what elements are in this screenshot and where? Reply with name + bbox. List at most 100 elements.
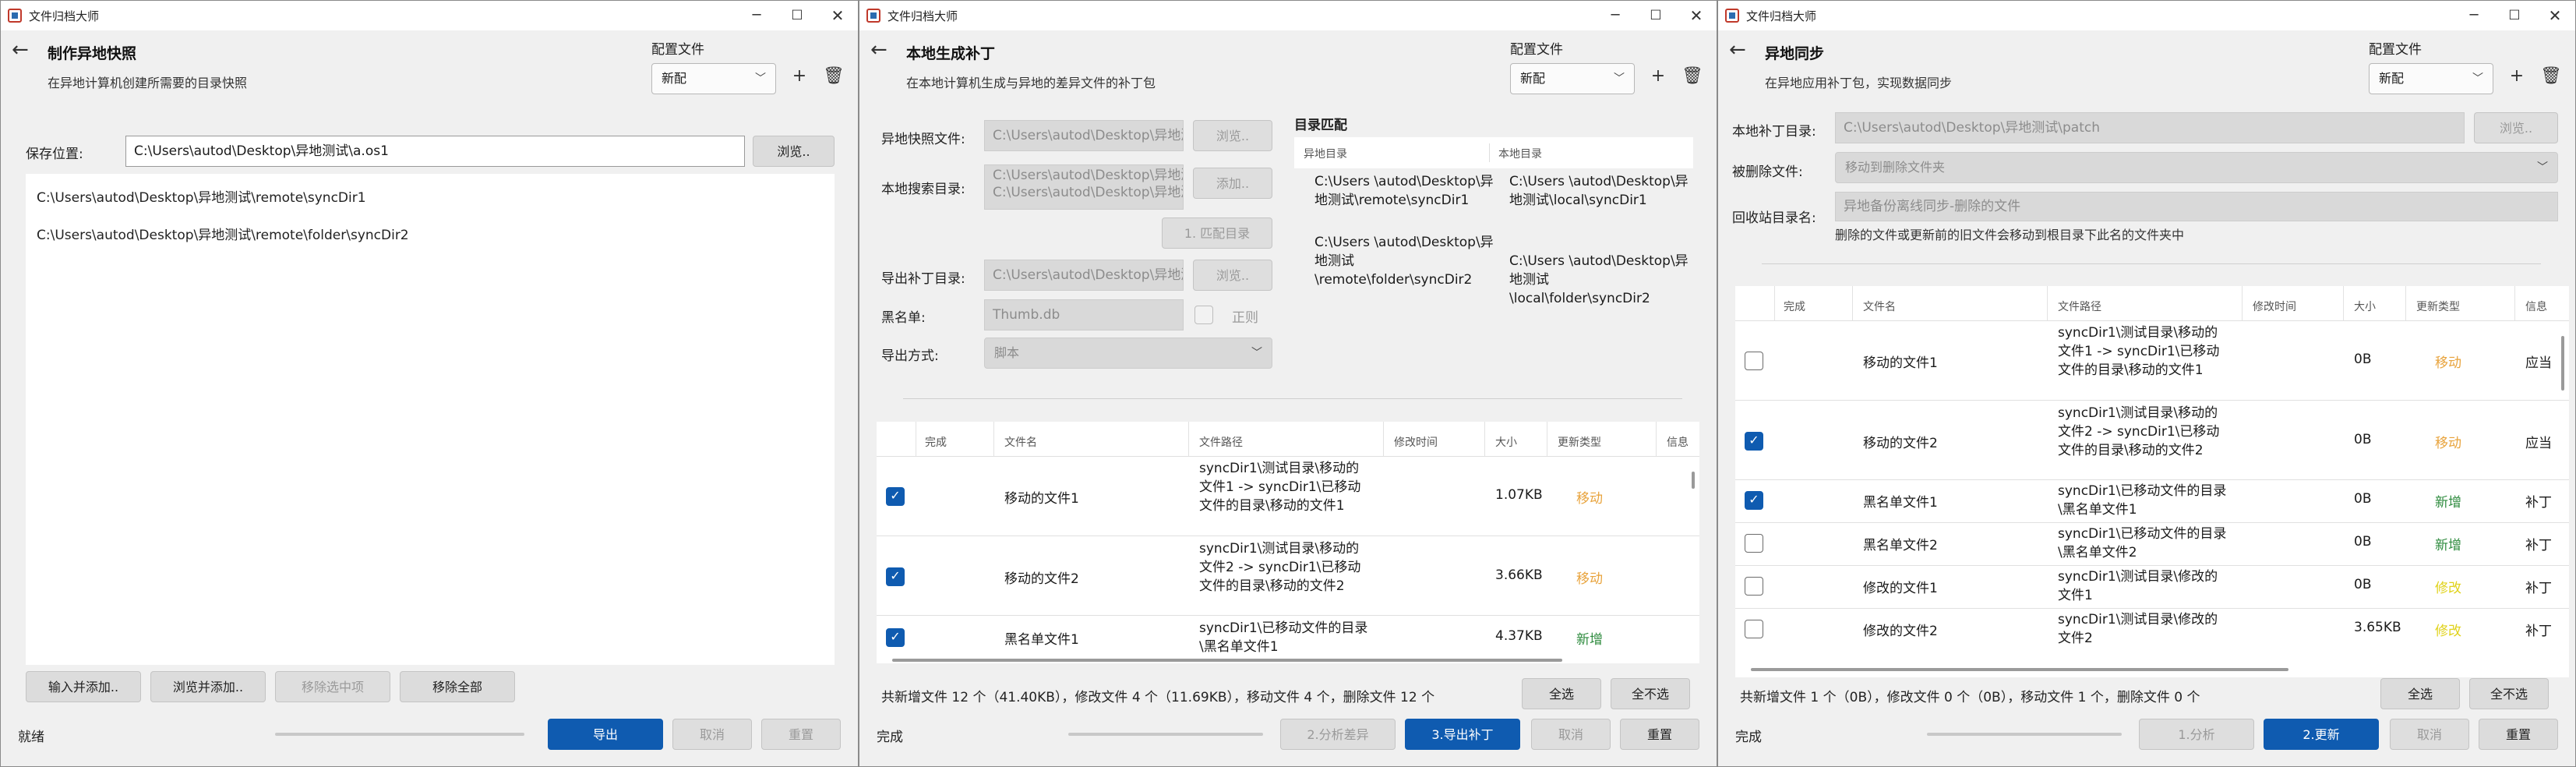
analyze-button[interactable]: 1.分析	[2139, 719, 2254, 750]
minimize-icon[interactable]: ─	[1595, 1, 1636, 30]
horizontal-scrollbar[interactable]	[892, 659, 1562, 662]
input-add-button[interactable]: 输入并添加..	[26, 671, 141, 702]
search-add-button[interactable]: 添加..	[1193, 168, 1272, 199]
close-icon[interactable]: ✕	[2535, 1, 2575, 30]
reset-button[interactable]: 重置	[1620, 719, 1699, 750]
diff-table[interactable]: 完成 文件名 文件路径 修改时间 大小 更新类型 信息 ✓ 移动的文件1 syn…	[877, 422, 1699, 663]
row-done-checkbox[interactable]	[1745, 620, 1763, 638]
export-patch-button[interactable]: 3.导出补丁	[1405, 719, 1520, 750]
sync-table[interactable]: 完成 文件名 文件路径 修改时间 大小 更新类型 信息 移动的文件1 syncD…	[1735, 286, 2569, 677]
patch-browse-button[interactable]: 浏览..	[2474, 112, 2558, 143]
row-done-checkbox[interactable]: ✓	[886, 567, 905, 586]
reset-button[interactable]: 重置	[761, 719, 841, 750]
table-row[interactable]: 修改的文件2 syncDir1\测试目录\修改的文件2 3.65KB 修改 补丁	[1735, 609, 2569, 651]
row-done-checkbox[interactable]	[1745, 577, 1763, 596]
close-icon[interactable]: ✕	[817, 1, 858, 30]
patch-dir-input[interactable]: C:\Users\autod\Desktop\异地测试\patch	[1835, 112, 2465, 143]
search-dir-input[interactable]: C:\Users\autod\Desktop\异地测试\local\syncDi…	[984, 164, 1184, 210]
col-info[interactable]: 信息	[2525, 299, 2547, 314]
export-button[interactable]: 导出	[548, 719, 663, 750]
deleted-files-select[interactable]: 移动到删除文件夹 ﹀	[1835, 152, 2558, 183]
table-row[interactable]: ✓ 移动的文件2 syncDir1\测试目录\移动的文件2 -> syncDir…	[877, 536, 1699, 614]
maximize-icon[interactable]: ☐	[2494, 1, 2535, 30]
add-config-icon[interactable]: +	[788, 66, 811, 86]
delete-config-icon[interactable]: 🗑	[2539, 66, 2563, 86]
title-bar[interactable]: 文件归档大师 ─ ☐ ✕	[1718, 1, 2575, 30]
snapshot-dir-list[interactable]: C:\Users\autod\Desktop\异地测试\remote\syncD…	[26, 174, 835, 665]
cancel-button[interactable]: 取消	[672, 719, 752, 750]
col-update-type[interactable]: 更新类型	[1558, 434, 1601, 450]
row-done-checkbox[interactable]: ✓	[1745, 432, 1763, 451]
vertical-scrollbar[interactable]	[1692, 472, 1695, 489]
col-update-type[interactable]: 更新类型	[2416, 299, 2460, 314]
select-all-button[interactable]: 全选	[2380, 678, 2460, 709]
list-item[interactable]: C:\Users\autod\Desktop\异地测试\remote\folde…	[37, 224, 409, 243]
minimize-icon[interactable]: ─	[2454, 1, 2494, 30]
export-mode-select[interactable]: 脚本 ﹀	[984, 338, 1272, 369]
col-size[interactable]: 大小	[1495, 434, 1517, 450]
table-row[interactable]: ✓ 黑名单文件1 syncDir1\已移动文件的目录\黑名单文件1 0B 新增 …	[1735, 480, 2569, 522]
select-all-button[interactable]: 全选	[1522, 678, 1601, 709]
col-filename[interactable]: 文件名	[1863, 299, 1896, 314]
blacklist-input[interactable]: Thumb.db	[984, 299, 1184, 330]
snapshot-browse-button[interactable]: 浏览..	[1193, 120, 1272, 151]
select-none-button[interactable]: 全不选	[2469, 678, 2549, 709]
update-button[interactable]: 2.更新	[2264, 719, 2379, 750]
minimize-icon[interactable]: ─	[736, 1, 777, 30]
reset-button[interactable]: 重置	[2479, 719, 2558, 750]
config-select[interactable]: 新配 ﹀	[2369, 63, 2493, 94]
horizontal-scrollbar[interactable]	[1751, 668, 2288, 671]
back-arrow-icon[interactable]: ←	[12, 38, 29, 62]
add-config-icon[interactable]: +	[2505, 66, 2528, 86]
col-mtime[interactable]: 修改时间	[2253, 299, 2296, 314]
row-done-checkbox[interactable]	[1745, 352, 1763, 370]
col-info[interactable]: 信息	[1667, 434, 1689, 450]
col-size[interactable]: 大小	[2354, 299, 2376, 314]
col-mtime[interactable]: 修改时间	[1394, 434, 1438, 450]
select-none-button[interactable]: 全不选	[1611, 678, 1690, 709]
config-select[interactable]: 新配 ﹀	[1510, 63, 1635, 94]
maximize-icon[interactable]: ☐	[777, 1, 817, 30]
col-done[interactable]: 完成	[1784, 299, 1805, 314]
regex-checkbox[interactable]	[1194, 306, 1213, 324]
add-config-icon[interactable]: +	[1646, 66, 1670, 86]
row-done-checkbox[interactable]	[1745, 534, 1763, 553]
export-browse-button[interactable]: 浏览..	[1193, 260, 1272, 291]
export-dir-input[interactable]: C:\Users\autod\Desktop\异地测试\patch	[984, 260, 1184, 291]
maximize-icon[interactable]: ☐	[1636, 1, 1676, 30]
table-row[interactable]: 黑名单文件2 syncDir1\已移动文件的目录\黑名单文件2 0B 新增 补丁	[1735, 523, 2569, 565]
row-done-checkbox[interactable]: ✓	[1745, 491, 1763, 510]
analyze-diff-button[interactable]: 2.分析差异	[1280, 719, 1396, 750]
delete-config-icon[interactable]: 🗑	[1681, 66, 1704, 86]
table-row[interactable]: ✓ 黑名单文件1 syncDir1\已移动文件的目录\黑名单文件1 4.37KB…	[877, 616, 1699, 663]
recycle-dir-input[interactable]: 异地备份离线同步-删除的文件	[1835, 192, 2558, 221]
back-arrow-icon[interactable]: ←	[870, 38, 887, 62]
col-filename[interactable]: 文件名	[1004, 434, 1037, 450]
cancel-button[interactable]: 取消	[2390, 719, 2469, 750]
list-item[interactable]: C:\Users\autod\Desktop\异地测试\remote\syncD…	[37, 186, 366, 206]
table-row[interactable]: 修改的文件1 syncDir1\测试目录\修改的文件1 0B 修改 补丁	[1735, 566, 2569, 608]
match-dirs-button[interactable]: 1. 匹配目录	[1162, 217, 1272, 249]
close-icon[interactable]: ✕	[1676, 1, 1717, 30]
col-done[interactable]: 完成	[925, 434, 947, 450]
table-row[interactable]: 移动的文件1 syncDir1\测试目录\移动的文件1 -> syncDir1\…	[1735, 322, 2569, 400]
col-filepath[interactable]: 文件路径	[1199, 434, 1243, 450]
table-row[interactable]: ✓ 移动的文件1 syncDir1\测试目录\移动的文件1 -> syncDir…	[877, 458, 1699, 535]
cancel-button[interactable]: 取消	[1531, 719, 1611, 750]
col-filepath[interactable]: 文件路径	[2058, 299, 2101, 314]
title-bar[interactable]: 文件归档大师 ─ ☐ ✕	[1, 1, 858, 30]
save-location-input[interactable]: C:\Users\autod\Desktop\异地测试\a.os1	[125, 136, 745, 167]
remove-all-button[interactable]: 移除全部	[400, 671, 515, 702]
remove-selected-button[interactable]: 移除选中项	[275, 671, 390, 702]
table-row[interactable]: ✓ 移动的文件2 syncDir1\测试目录\移动的文件2 -> syncDir…	[1735, 401, 2569, 479]
config-select[interactable]: 新配 ﹀	[651, 63, 776, 94]
snapshot-file-input[interactable]: C:\Users\autod\Desktop\异地测试\a.os1	[984, 120, 1184, 151]
row-done-checkbox[interactable]: ✓	[886, 487, 905, 506]
back-arrow-icon[interactable]: ←	[1729, 38, 1746, 62]
row-done-checkbox[interactable]: ✓	[886, 628, 905, 647]
title-bar[interactable]: 文件归档大师 ─ ☐ ✕	[859, 1, 1717, 30]
vertical-scrollbar[interactable]	[2561, 336, 2564, 391]
browse-button[interactable]: 浏览..	[753, 136, 835, 167]
delete-config-icon[interactable]: 🗑	[822, 66, 845, 86]
browse-add-button[interactable]: 浏览并添加..	[150, 671, 266, 702]
